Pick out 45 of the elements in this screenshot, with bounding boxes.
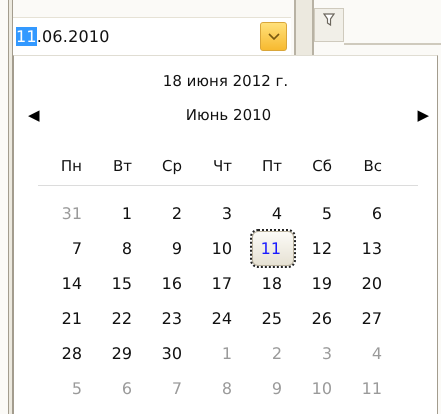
day-cell[interactable]: 2 — [144, 196, 188, 231]
day-cell[interactable]: 14 — [44, 266, 88, 301]
day-cell[interactable]: 27 — [344, 301, 388, 336]
day-cell[interactable]: 11 — [252, 231, 294, 266]
day-cell[interactable]: 29 — [94, 336, 138, 371]
day-cell[interactable]: 26 — [294, 301, 338, 336]
day-cell[interactable]: 4 — [244, 196, 288, 231]
day-cell[interactable]: 28 — [44, 336, 88, 371]
day-cell[interactable]: 30 — [144, 336, 188, 371]
day-cell[interactable]: 9 — [144, 231, 188, 266]
weekday-label: Ср — [161, 157, 183, 177]
day-cell[interactable]: 20 — [344, 266, 388, 301]
day-cell[interactable]: 23 — [144, 301, 188, 336]
next-month-button[interactable]: ▶ — [417, 106, 429, 124]
day-cell[interactable]: 15 — [94, 266, 138, 301]
chevron-down-icon — [268, 32, 280, 40]
day-cell[interactable]: 25 — [244, 301, 288, 336]
filter-button[interactable] — [314, 8, 344, 42]
weekday-label: Сб — [311, 157, 333, 177]
day-cell[interactable]: 8 — [94, 231, 138, 266]
weekday-label: Чт — [212, 157, 233, 177]
day-cell[interactable]: 13 — [344, 231, 388, 266]
month-label: Июнь 2010 — [186, 106, 272, 124]
day-cell[interactable]: 12 — [294, 231, 338, 266]
dropdown-button[interactable] — [260, 22, 287, 51]
prev-month-button[interactable]: ◀ — [28, 106, 40, 124]
day-cell[interactable]: 18 — [244, 266, 288, 301]
day-cell[interactable]: 3 — [194, 196, 238, 231]
day-cell[interactable]: 6 — [344, 196, 388, 231]
today-label[interactable]: 18 июня 2012 г. — [14, 72, 437, 90]
day-cell[interactable]: 19 — [294, 266, 338, 301]
weekday-label: Пт — [260, 157, 283, 177]
weekday-label: Пн — [60, 157, 83, 177]
day-cell[interactable]: 16 — [144, 266, 188, 301]
day-cell[interactable]: 24 — [194, 301, 238, 336]
weekday-label: Вт — [112, 157, 133, 177]
day-cell[interactable]: 21 — [44, 301, 88, 336]
day-cell[interactable]: 5 — [294, 196, 338, 231]
day-cell[interactable]: 22 — [94, 301, 138, 336]
weekday-label: Вс — [362, 157, 383, 177]
day-cell[interactable]: 10 — [194, 231, 238, 266]
day-cell[interactable]: 17 — [194, 266, 238, 301]
funnel-icon — [323, 13, 335, 27]
day-cell[interactable]: 7 — [44, 231, 88, 266]
day-cell[interactable]: 1 — [94, 196, 138, 231]
